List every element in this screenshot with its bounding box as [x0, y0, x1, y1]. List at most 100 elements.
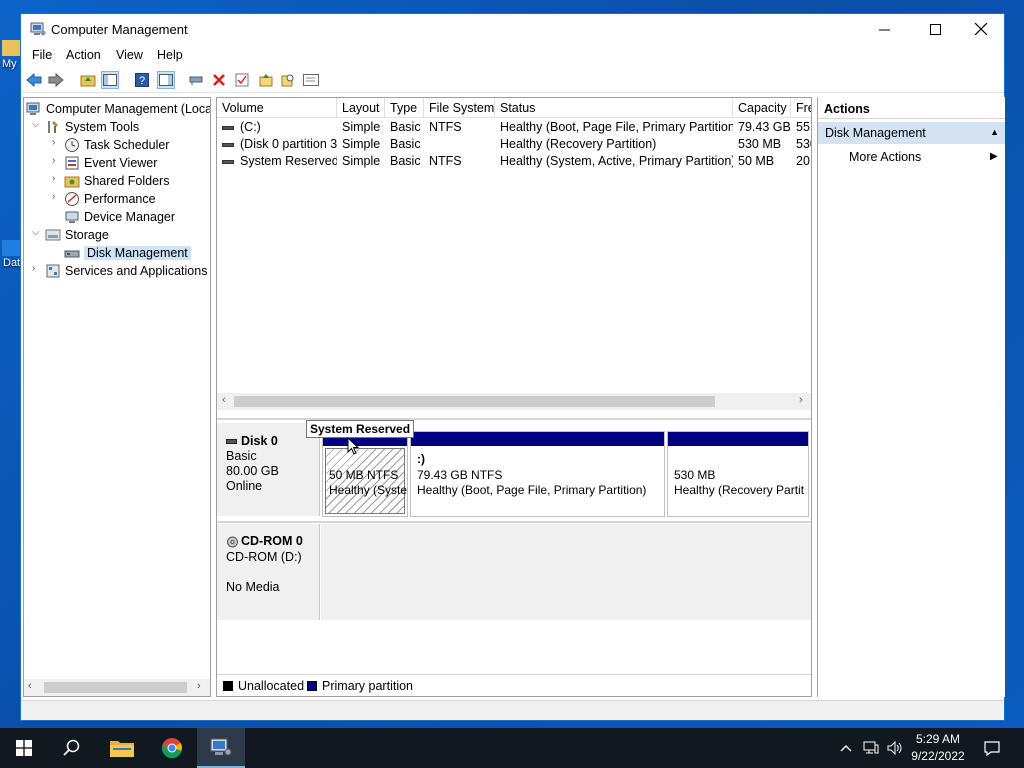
minimize-icon: [878, 29, 890, 30]
chevron-down-icon[interactable]: ⌵: [32, 227, 40, 238]
collapse-arrow-icon[interactable]: ▲: [990, 127, 999, 137]
disk-0-label[interactable]: Disk 0 Basic 80.00 GB Online: [217, 423, 320, 516]
scroll-right-icon[interactable]: ›: [799, 394, 803, 406]
properties-icon[interactable]: [233, 71, 251, 89]
network-button[interactable]: [860, 728, 882, 768]
table-row[interactable]: (Disk 0 partition 3) Simple Basic Health…: [217, 136, 811, 153]
volume-name: (C:): [240, 120, 261, 134]
menu-help[interactable]: Help: [157, 48, 183, 62]
scroll-thumb[interactable]: [44, 682, 187, 693]
tree-item-services-applications[interactable]: Services and Applications: [45, 262, 207, 280]
chevron-right-icon[interactable]: ›: [52, 137, 55, 148]
back-arrow-icon[interactable]: [25, 71, 43, 89]
partition-system-reserved[interactable]: 50 MB NTFS Healthy (Syste: [322, 431, 408, 517]
table-cell-free: 530: [796, 137, 811, 151]
partition-name: :): [417, 452, 425, 466]
chevron-right-icon[interactable]: ›: [52, 173, 55, 184]
column-header-volume[interactable]: Volume: [217, 98, 337, 118]
help-icon[interactable]: ?: [133, 71, 151, 89]
computer-management-taskbar-button[interactable]: [197, 728, 245, 768]
scroll-right-icon[interactable]: ›: [197, 680, 201, 692]
partition-recovery[interactable]: 530 MB Healthy (Recovery Partit: [667, 431, 809, 517]
table-cell-volume: System Reserved: [217, 153, 337, 170]
tree-item-event-viewer[interactable]: Event Viewer: [64, 154, 157, 172]
taskbar-clock[interactable]: 5:29 AM 9/22/2022: [903, 731, 973, 765]
console-tree: Computer Management (Local ⌵ System Tool…: [23, 97, 211, 697]
tree-item-label: Performance: [84, 192, 156, 206]
volume-list-horizontal-scrollbar[interactable]: ‹ ›: [217, 393, 811, 410]
maximize-icon: [929, 23, 941, 35]
delete-icon[interactable]: [210, 71, 228, 89]
close-button[interactable]: [958, 14, 1004, 44]
search-icon[interactable]: [279, 71, 297, 89]
chrome-button[interactable]: [148, 728, 196, 768]
column-header-file-system[interactable]: File System: [424, 98, 495, 118]
more-actions-item[interactable]: More Actions: [849, 150, 921, 164]
tree-item-device-manager[interactable]: Device Manager: [64, 208, 175, 226]
table-cell-layout: Simple: [342, 137, 381, 151]
table-cell-type: Basic: [390, 137, 421, 151]
volume-name: System Reserved: [240, 154, 337, 168]
volume-icon: [222, 159, 234, 164]
tree-item-label-selected: Disk Management: [84, 246, 191, 260]
tree-item-task-scheduler[interactable]: Task Scheduler: [64, 136, 169, 154]
view-icon[interactable]: [302, 71, 320, 89]
start-button[interactable]: [0, 728, 48, 768]
title-bar[interactable]: Computer Management: [21, 14, 1004, 44]
tree-item-disk-management[interactable]: Disk Management: [64, 244, 191, 262]
desktop-icon-my[interactable]: [2, 40, 22, 56]
storage-icon: [45, 229, 61, 241]
notifications-button[interactable]: [978, 728, 1006, 768]
column-header-capacity[interactable]: Capacity: [733, 98, 791, 118]
forward-arrow-icon[interactable]: [47, 71, 65, 89]
partition-c-drive[interactable]: :) 79.43 GB NTFS Healthy (Boot, Page Fil…: [410, 431, 665, 517]
tree-item-shared-folders[interactable]: Shared Folders: [64, 172, 169, 190]
disk-row-separator: [217, 521, 811, 523]
minimize-button[interactable]: [861, 14, 907, 44]
chevron-down-icon[interactable]: ⌵: [32, 119, 40, 130]
tree-item-label: Task Scheduler: [84, 138, 170, 152]
column-header-layout[interactable]: Layout: [337, 98, 385, 118]
menu-view[interactable]: View: [116, 48, 143, 62]
tree-item-system-tools[interactable]: System Tools: [45, 118, 139, 136]
menu-file[interactable]: File: [32, 48, 52, 62]
maximize-button[interactable]: [912, 14, 958, 44]
legend-label-primary: Primary partition: [322, 679, 413, 693]
show-hidden-icons-button[interactable]: [836, 728, 856, 768]
table-cell-capacity: 50 MB: [738, 154, 775, 168]
chevron-right-icon[interactable]: ›: [52, 191, 55, 202]
menu-action[interactable]: Action: [66, 48, 101, 62]
up-folder-icon[interactable]: [79, 71, 97, 89]
export-icon[interactable]: [257, 71, 275, 89]
toolbar: ?: [21, 67, 1004, 93]
actions-section-disk-management[interactable]: Disk Management ▲: [818, 122, 1005, 144]
cdrom-0-label[interactable]: CD-ROM 0 CD-ROM (D:) No Media: [217, 524, 320, 620]
column-header-type[interactable]: Type: [385, 98, 424, 118]
tree-horizontal-scrollbar[interactable]: ‹ ›: [24, 679, 210, 696]
chevron-right-icon[interactable]: ›: [32, 263, 35, 274]
connect-icon[interactable]: [187, 71, 205, 89]
volume-icon: [222, 125, 234, 130]
tree-root[interactable]: Computer Management (Local: [26, 100, 210, 118]
table-row[interactable]: (C:) Simple Basic NTFS Healthy (Boot, Pa…: [217, 119, 811, 136]
search-button[interactable]: [48, 728, 96, 768]
file-explorer-button[interactable]: [98, 728, 146, 768]
table-cell-layout: Simple: [342, 120, 381, 134]
table-cell-capacity: 530 MB: [738, 137, 782, 151]
tree-item-storage[interactable]: Storage: [45, 226, 109, 244]
chevron-right-icon[interactable]: ›: [52, 155, 55, 166]
tree-item-label: Device Manager: [84, 210, 176, 224]
desktop-icon-dat[interactable]: [2, 240, 22, 256]
table-cell-file-system: NTFS: [429, 120, 462, 134]
tree-item-performance[interactable]: Performance: [64, 190, 156, 208]
scroll-left-icon[interactable]: ‹: [28, 680, 32, 692]
partition-size: 50 MB NTFS: [329, 468, 399, 482]
action-pane-icon[interactable]: [157, 71, 175, 89]
table-row[interactable]: System Reserved Simple Basic NTFS Health…: [217, 153, 811, 170]
column-header-free[interactable]: Fre: [791, 98, 811, 118]
show-hide-console-tree-icon[interactable]: [101, 71, 119, 89]
scroll-left-icon[interactable]: ‹: [222, 394, 226, 406]
table-cell-status: Healthy (System, Active, Primary Partiti…: [500, 154, 733, 168]
scroll-thumb[interactable]: [234, 396, 715, 407]
column-header-status[interactable]: Status: [495, 98, 733, 118]
